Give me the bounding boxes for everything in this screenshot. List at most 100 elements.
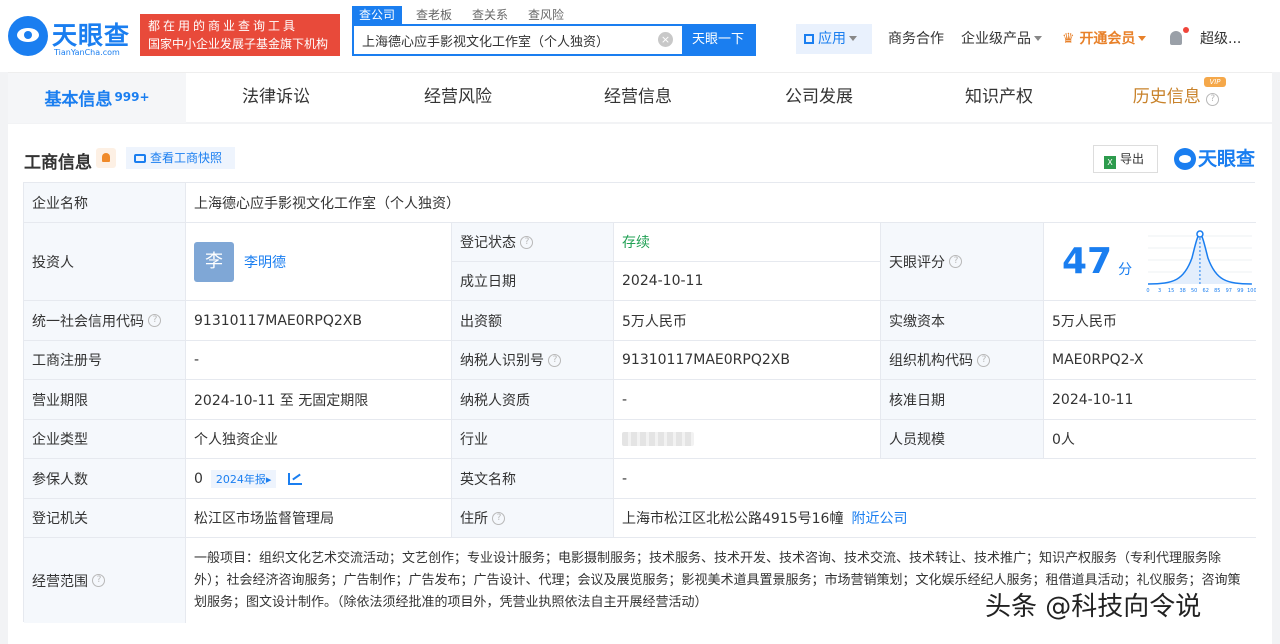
search-box: × 天眼一下	[352, 24, 756, 56]
trend-chart-icon[interactable]	[288, 472, 303, 485]
score-axis-tick: 85	[1214, 287, 1220, 293]
slogan-line-2: 国家中小企业发展子基金旗下机构	[148, 37, 329, 51]
tab-operating-risk[interactable]: 经营风险	[366, 73, 550, 123]
company-name-label: 企业名称	[24, 183, 186, 223]
approval-date-label: 核准日期	[881, 380, 1044, 420]
credit-code-label: 统一社会信用代码 ?	[24, 301, 186, 341]
help-icon[interactable]: ?	[492, 511, 506, 525]
help-icon[interactable]: ?	[977, 353, 991, 367]
clear-icon[interactable]: ×	[658, 32, 673, 47]
enterprise-products-menu[interactable]: 企业级产品	[961, 24, 1042, 54]
help-icon[interactable]: ?	[1206, 93, 1220, 106]
english-name-value: -	[614, 459, 1256, 499]
reg-status-label: 登记状态 ?	[452, 223, 614, 262]
excel-icon: X	[1104, 156, 1116, 169]
tab-basic-info[interactable]: 基本信息 999+	[8, 73, 186, 123]
user-menu[interactable]: 超级...	[1200, 24, 1241, 54]
score-axis-tick: 50	[1191, 287, 1197, 293]
score-axis-tick: 97	[1226, 287, 1232, 293]
score-axis-tick: 99	[1237, 287, 1243, 293]
org-code-label: 组织机构代码 ?	[881, 341, 1044, 380]
type-value: 个人独资企业	[186, 420, 452, 459]
page: { "header": { "logo_name": "天眼查", "logo_…	[0, 0, 1280, 644]
chevron-down-icon	[849, 36, 857, 41]
founded-value: 2024-10-11	[614, 262, 881, 301]
tab-company-development[interactable]: 公司发展	[726, 73, 912, 123]
top-header: 天眼查 TianYanCha.com 都在用的商业查询工具 国家中小企业发展子基…	[0, 0, 1280, 72]
brand-name: 天眼查	[1198, 148, 1256, 170]
help-icon[interactable]: ?	[148, 314, 162, 327]
term-label: 营业期限	[24, 380, 186, 420]
authority-value: 松江区市场监督管理局	[186, 499, 452, 538]
industry-label: 行业	[452, 420, 614, 459]
term-value: 2024-10-11 至 无固定期限	[186, 380, 452, 420]
paid-capital-label: 实缴资本	[881, 301, 1044, 341]
search-tab-boss[interactable]: 查老板	[409, 6, 459, 24]
vip-menu[interactable]: ♛ 开通会员	[1062, 24, 1147, 54]
help-icon[interactable]: ?	[520, 235, 534, 249]
logo-name: 天眼查	[52, 21, 131, 50]
scope-label-text: 经营范围	[32, 573, 88, 590]
score-axis-tick: 38	[1180, 287, 1186, 293]
vip-label: 开通会员	[1079, 31, 1136, 47]
industry-value	[614, 420, 881, 459]
investor-name-link[interactable]: 李明德	[244, 252, 286, 272]
address-label-text: 住所	[460, 511, 488, 527]
slogan-banner: 都在用的商业查询工具 国家中小企业发展子基金旗下机构	[140, 14, 340, 56]
org-code-value: MAE0RPQ2-X	[1044, 341, 1256, 380]
search-button[interactable]: 天眼一下	[682, 26, 754, 54]
source-watermark: 头条 @科技向令说	[985, 592, 1202, 622]
help-icon[interactable]: ?	[548, 353, 562, 367]
taxpayer-qual-label: 纳税人资质	[452, 380, 614, 420]
help-icon[interactable]: ?	[949, 255, 963, 268]
chevron-down-icon	[1034, 36, 1042, 41]
search-tab-company[interactable]: 查公司	[352, 6, 403, 24]
english-name-label: 英文名称	[452, 459, 614, 499]
tab-operating-info[interactable]: 经营信息	[550, 73, 726, 123]
tab-label: 基本信息	[44, 90, 113, 110]
help-icon[interactable]: ?	[92, 574, 106, 587]
chevron-down-icon	[1138, 36, 1147, 41]
search-tab-risk[interactable]: 查风险	[521, 6, 571, 24]
score-unit: 分	[1118, 261, 1133, 278]
type-label: 企业类型	[24, 420, 186, 459]
nearby-companies-link[interactable]: 附近公司	[851, 508, 907, 528]
score-cell[interactable]: 47 分 0 3 15 38 50 62 85 97 99 100	[1044, 223, 1256, 301]
tab-strip: 基本信息 999+ 法律诉讼 经营风险 经营信息 公司发展 知识产权 历史信息 ?…	[8, 72, 1272, 123]
score-value: 47	[1062, 240, 1113, 282]
tab-legal[interactable]: 法律诉讼	[186, 73, 366, 123]
tab-ip[interactable]: 知识产权	[912, 73, 1086, 123]
blurred-industry	[622, 432, 694, 446]
logo[interactable]: 天眼查 TianYanCha.com	[8, 12, 134, 60]
scope-label: 经营范围 ?	[24, 538, 186, 623]
notification-bell-icon[interactable]	[1170, 31, 1182, 45]
snapshot-label: 查看工商快照	[150, 151, 223, 165]
monitor-bell-icon[interactable]	[96, 148, 116, 168]
capital-value: 5万人民币	[614, 301, 881, 341]
apps-label: 应用	[818, 31, 846, 47]
reg-status-label-text: 登记状态	[460, 235, 516, 251]
address-cell: 上海市松江区北松公路4915号16幢 附近公司	[614, 499, 1256, 538]
tab-history[interactable]: 历史信息 ?	[1086, 73, 1266, 123]
logo-subtitle: TianYanCha.com	[54, 48, 120, 57]
tab-count-badge: 999+	[114, 90, 150, 104]
export-button[interactable]: X 导出	[1093, 145, 1158, 173]
search-tab-relation[interactable]: 查关系	[465, 6, 515, 24]
business-coop-link[interactable]: 商务合作	[888, 24, 944, 54]
avatar[interactable]: 李	[194, 241, 234, 282]
export-label: 导出	[1120, 152, 1145, 166]
insured-label: 参保人数	[24, 459, 186, 499]
staff-size-label: 人员规模	[881, 420, 1044, 459]
score-marker	[1196, 229, 1204, 238]
taxpayer-id-label: 纳税人识别号 ?	[452, 341, 614, 380]
score-axis-tick: 62	[1203, 287, 1209, 293]
approval-date-value: 2024-10-11	[1044, 380, 1256, 420]
apps-menu-button[interactable]: 应用	[796, 24, 872, 54]
investor-cell: 李 李明德	[186, 223, 452, 301]
annual-report-link[interactable]: 2024年报▸	[210, 469, 277, 488]
snapshot-button[interactable]: 查看工商快照	[126, 147, 235, 169]
tab-label: 历史信息	[1132, 87, 1201, 107]
business-info-table: 企业名称 上海德心应手影视文化工作室（个人独资） 投资人 李 李明德 登记状态 …	[23, 182, 1256, 623]
search-input[interactable]	[354, 26, 684, 54]
annual-report-label: 2024年报	[215, 472, 266, 486]
